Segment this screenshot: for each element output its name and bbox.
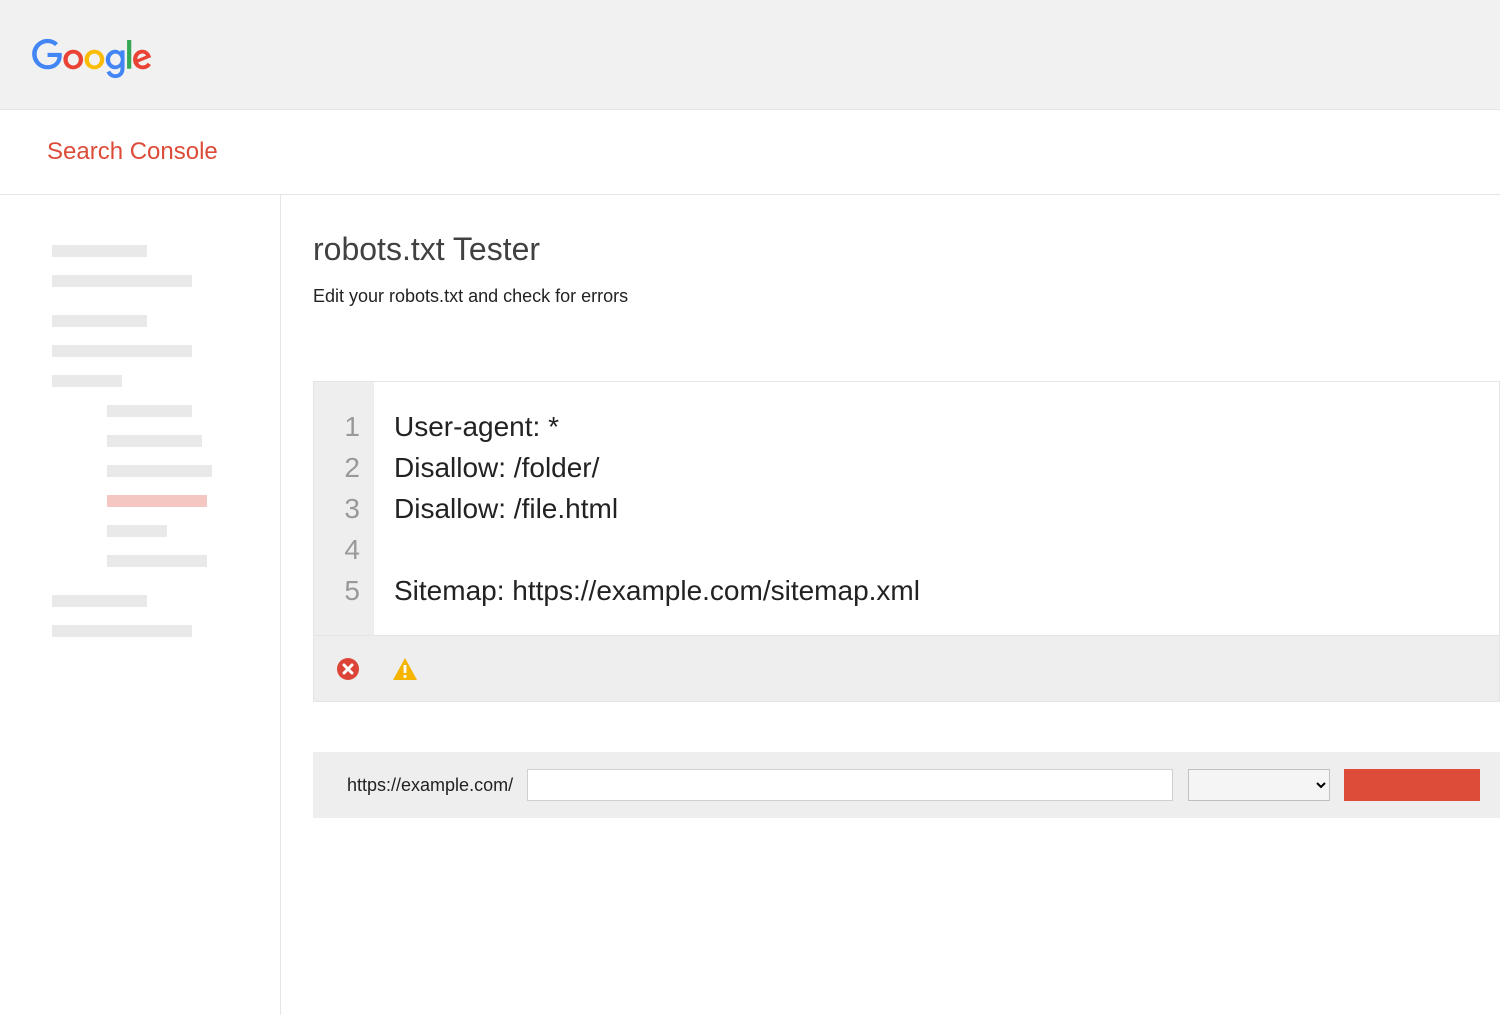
line-number: 1: [314, 406, 374, 447]
page-title: robots.txt Tester: [313, 231, 1500, 268]
url-prefix: https://example.com/: [347, 775, 513, 796]
sidebar-skeleton-item: [52, 375, 122, 387]
sidebar-skeleton-item: [52, 595, 147, 607]
sidebar-skeleton-subitem: [107, 525, 167, 537]
sidebar: [0, 195, 281, 1015]
code-line[interactable]: User-agent: *: [394, 406, 1499, 447]
line-number: 5: [314, 570, 374, 611]
sidebar-skeleton-item: [52, 625, 192, 637]
google-logo: [32, 35, 152, 88]
sidebar-active-item[interactable]: [107, 495, 207, 507]
warning-icon: [392, 657, 418, 681]
line-number: 4: [314, 529, 374, 570]
user-agent-select[interactable]: [1188, 769, 1330, 801]
page-subtitle: Edit your robots.txt and check for error…: [313, 286, 1500, 307]
editor-gutter: 1 2 3 4 5: [314, 382, 374, 635]
url-test-bar: https://example.com/: [313, 752, 1500, 818]
code-line[interactable]: Disallow: /file.html: [394, 488, 1499, 529]
sidebar-skeleton-subitem: [107, 405, 192, 417]
sidebar-skeleton-subitem: [107, 555, 207, 567]
sidebar-skeleton-item: [52, 315, 147, 327]
sidebar-skeleton-item: [52, 245, 147, 257]
error-icon: [336, 657, 360, 681]
editor-status-bar: [313, 636, 1500, 702]
line-number: 2: [314, 447, 374, 488]
code-line[interactable]: Sitemap: https://example.com/sitemap.xml: [394, 570, 1499, 611]
product-name: Search Console: [47, 138, 218, 165]
robots-editor[interactable]: 1 2 3 4 5 User-agent: * Disallow: /folde…: [313, 381, 1500, 636]
test-button[interactable]: [1344, 769, 1480, 801]
line-number: 3: [314, 488, 374, 529]
editor-code[interactable]: User-agent: * Disallow: /folder/ Disallo…: [374, 382, 1499, 635]
sidebar-skeleton-subitem: [107, 465, 212, 477]
sub-header: Search Console: [0, 110, 1500, 176]
code-line[interactable]: Disallow: /folder/: [394, 447, 1499, 488]
code-line[interactable]: [394, 529, 1499, 570]
sidebar-skeleton-item: [52, 345, 192, 357]
sidebar-skeleton-subitem: [107, 435, 202, 447]
main-content: robots.txt Tester Edit your robots.txt a…: [281, 195, 1500, 1015]
url-path-input[interactable]: [527, 769, 1173, 801]
sidebar-skeleton-item: [52, 275, 192, 287]
top-bar: [0, 0, 1500, 110]
